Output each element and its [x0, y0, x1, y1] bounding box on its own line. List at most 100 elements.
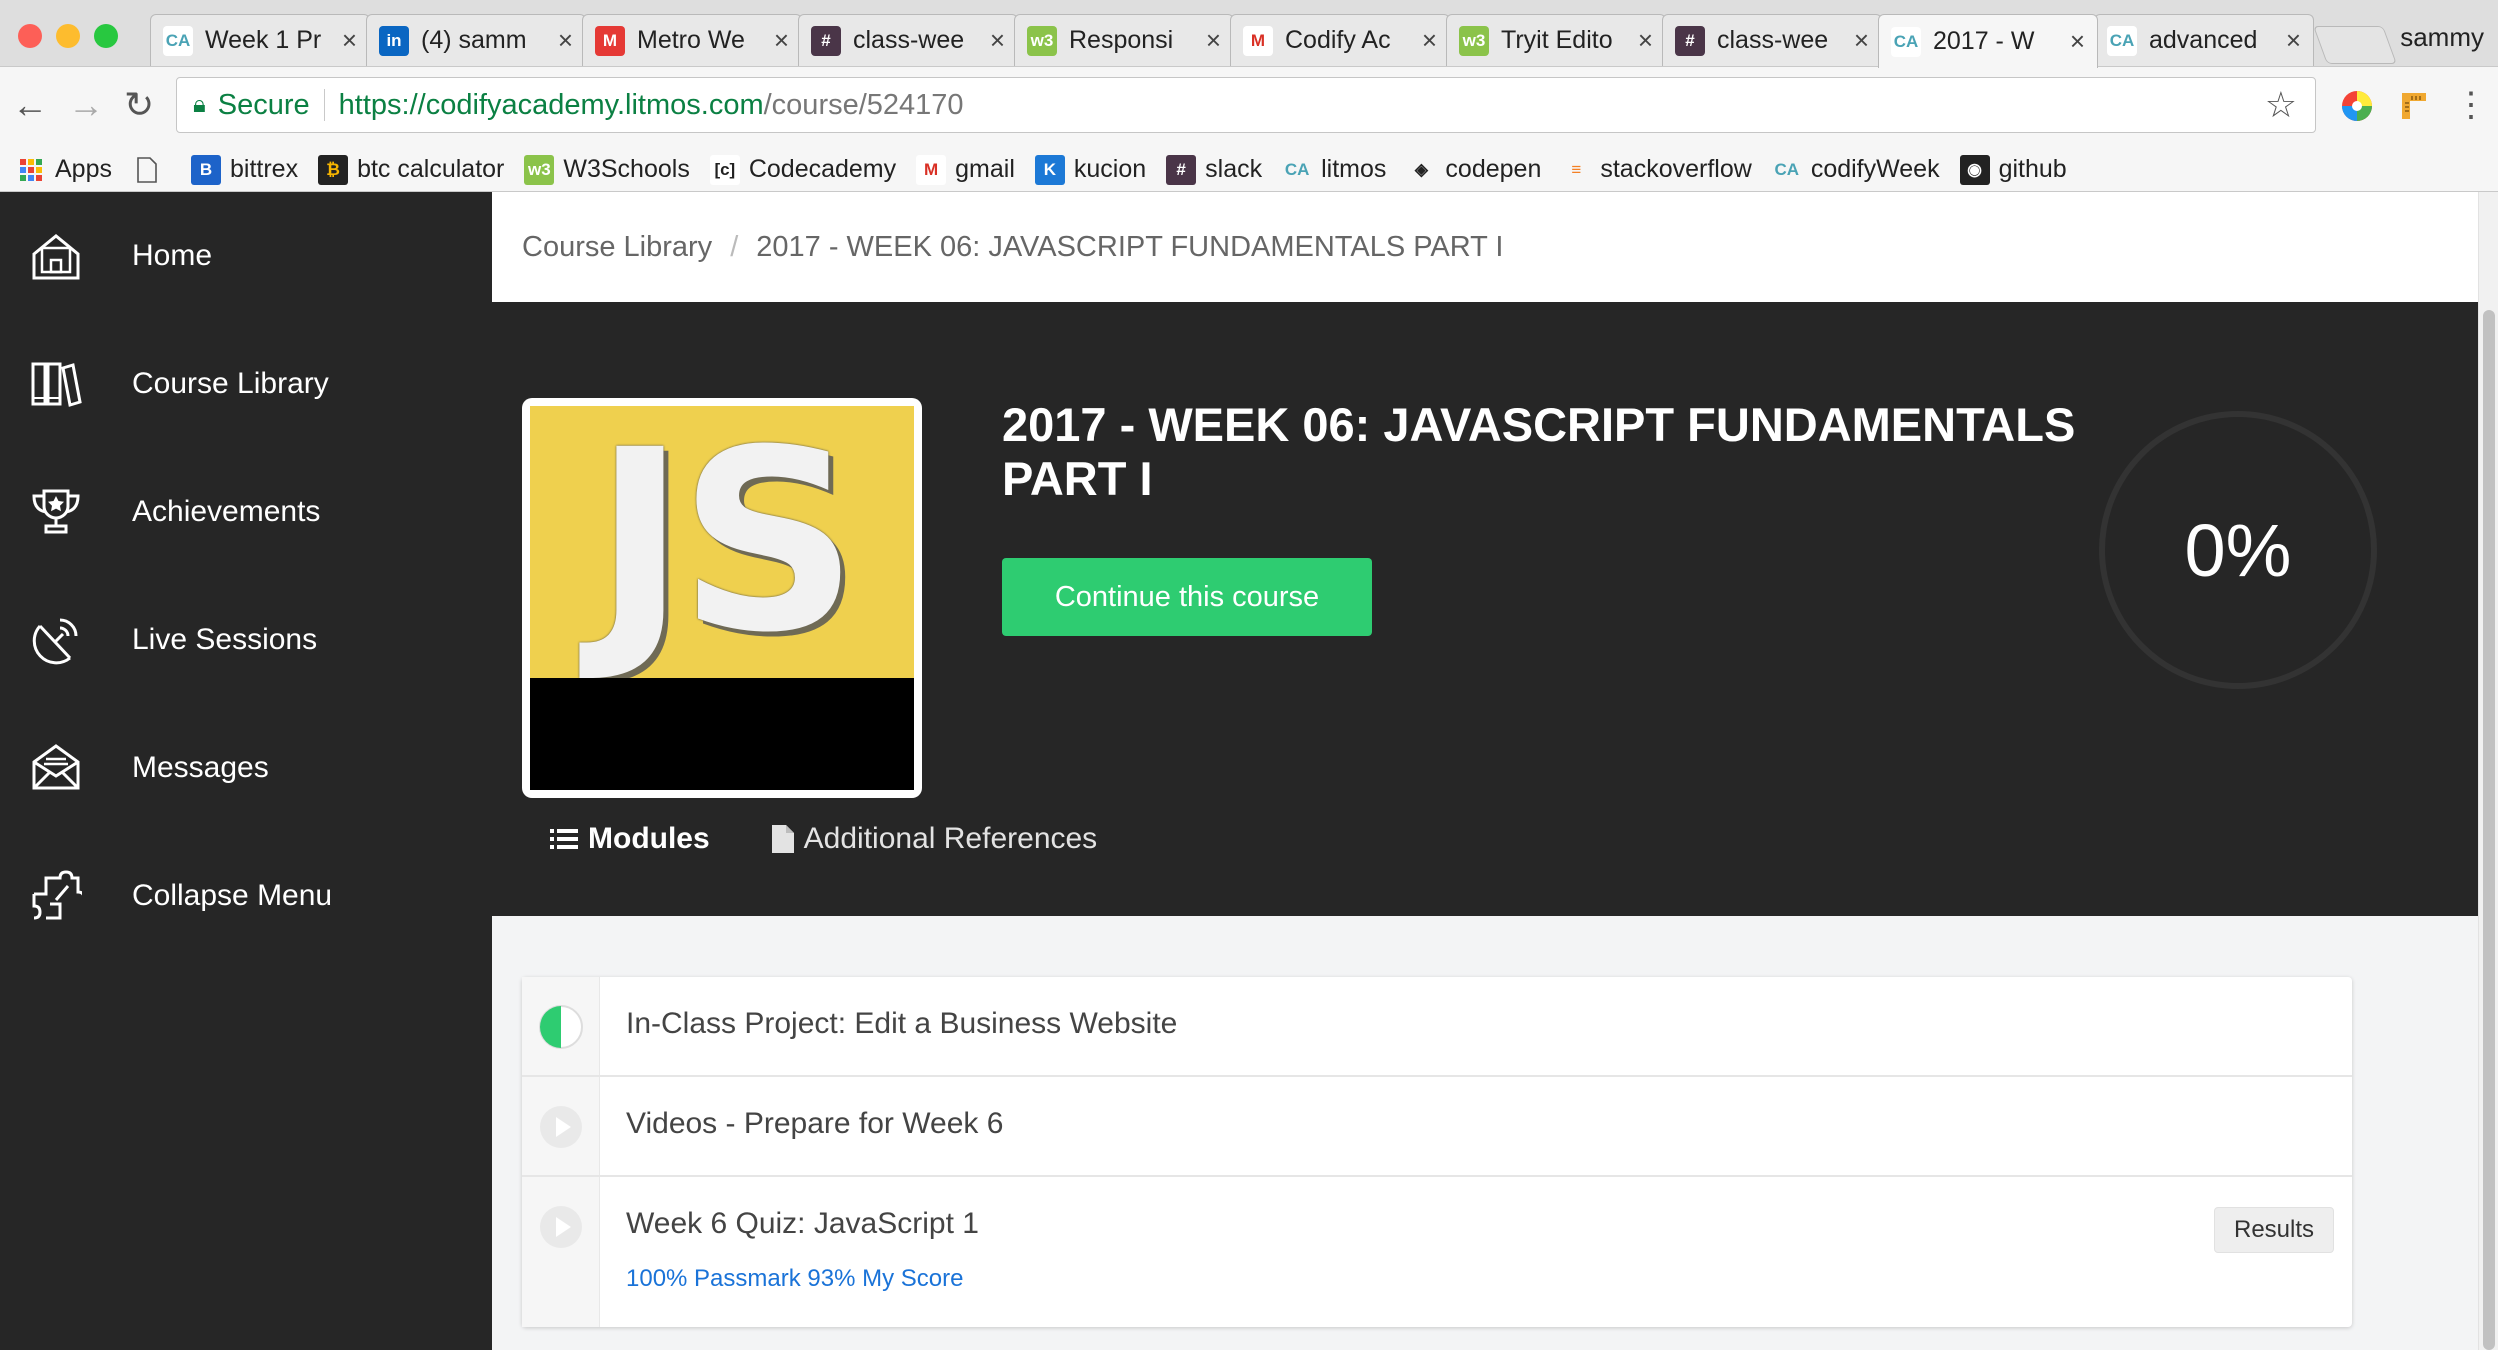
close-tab-icon[interactable]: ×: [774, 25, 789, 56]
color-wheel-extension-icon[interactable]: [2340, 89, 2374, 123]
sidebar-item-course-library[interactable]: Course Library: [0, 320, 492, 448]
close-tab-icon[interactable]: ×: [558, 25, 573, 56]
lock-icon: 🔒︎: [193, 91, 206, 118]
close-tab-icon[interactable]: ×: [1638, 25, 1653, 56]
reload-icon[interactable]: ↻: [124, 85, 154, 125]
bookmark-item[interactable]: [132, 155, 171, 185]
bookmark-item[interactable]: Mgmail: [916, 154, 1015, 185]
sidebar-item-home[interactable]: Home: [0, 192, 492, 320]
browser-tab[interactable]: CA 2017 - W ×: [1878, 14, 2098, 68]
tab-additional-references[interactable]: Additional References: [771, 822, 1098, 856]
main-content: Course Library / 2017 - WEEK 06: JAVASCR…: [492, 192, 2478, 1350]
bookmarks-bar: Apps Bbittrex ₿ btc calculator w3 W3Schools [c…: [0, 148, 2498, 192]
browser-tab[interactable]: CA Week 1 Pr ×: [150, 14, 370, 66]
bookmark-item[interactable]: # slack: [1166, 154, 1262, 185]
module-title[interactable]: Week 6 Quiz: JavaScript 1: [626, 1207, 979, 1241]
bookmark-item[interactable]: Bbittrex: [190, 154, 298, 185]
sidebar-item-achievements[interactable]: Achievements: [0, 448, 492, 576]
scrollbar-thumb[interactable]: [2483, 310, 2495, 1350]
bookmark-item[interactable]: Kkucion: [1034, 154, 1146, 185]
w3schools-icon: w3: [1027, 25, 1057, 56]
continue-course-button[interactable]: Continue this course: [1002, 558, 1372, 636]
tab-title: Week 1 Pr: [205, 26, 322, 54]
bookmark-item[interactable]: ◈ codepen: [1406, 154, 1542, 185]
module-row[interactable]: In-Class Project: Edit a Business Websit…: [522, 977, 2352, 1077]
tab-modules[interactable]: Modules: [550, 822, 710, 856]
sidebar-item-live-sessions[interactable]: Live Sessions: [0, 576, 492, 704]
close-tab-icon[interactable]: ×: [2286, 25, 2301, 56]
bookmark-item[interactable]: w3 W3Schools: [524, 154, 690, 185]
metro-icon: M: [595, 25, 625, 56]
codecademy-icon: [c]: [709, 154, 740, 185]
bookmark-item[interactable]: CA codifyWeek: [1771, 154, 1940, 185]
profile-name[interactable]: sammy: [2400, 22, 2484, 53]
bookmark-item[interactable]: Apps: [16, 155, 112, 185]
browser-tab[interactable]: in (4) samm ×: [366, 14, 586, 66]
module-title[interactable]: In-Class Project: Edit a Business Websit…: [626, 1007, 1177, 1041]
page-scrollbar[interactable]: [2478, 192, 2498, 1350]
module-row[interactable]: Week 6 Quiz: JavaScript 1 100% Passmark …: [522, 1177, 2352, 1327]
bookmark-star-icon[interactable]: ☆: [2265, 84, 2297, 126]
address-bar[interactable]: 🔒︎ Secure https://codifyacademy.litmos.c…: [176, 77, 2316, 133]
browser-tab[interactable]: CA advanced ×: [2094, 14, 2314, 66]
module-title[interactable]: Videos - Prepare for Week 6: [626, 1107, 1003, 1141]
bookmark-label: codifyWeek: [1810, 155, 1940, 183]
new-tab-button[interactable]: [2313, 26, 2397, 64]
tab-modules-label: Modules: [588, 822, 710, 855]
sidebar-item-label: Home: [132, 239, 213, 272]
play-icon: [540, 1106, 582, 1148]
close-tab-icon[interactable]: ×: [2070, 26, 2085, 57]
tab-title: 2017 - W: [1933, 27, 2035, 55]
tab-title: Codify Ac: [1285, 26, 1391, 54]
back-arrow-icon[interactable]: ←: [12, 85, 48, 125]
tab-title: class-wee: [853, 26, 965, 54]
close-window-button[interactable]: [18, 24, 42, 48]
bookmark-item[interactable]: [c] Codecademy: [709, 154, 896, 185]
browser-tab[interactable]: M Metro We ×: [582, 14, 802, 66]
envelope-icon: [32, 744, 80, 790]
browser-tabstrip: CA Week 1 Pr × in (4) samm × M Metro We × # class-…: [0, 0, 2498, 68]
bookmark-label: btc calculator: [357, 155, 505, 183]
sidebar-item-messages[interactable]: Messages: [0, 704, 492, 832]
bookmark-label: codepen: [1445, 155, 1542, 183]
bookmark-item[interactable]: CA litmos: [1282, 154, 1386, 185]
bookmark-item[interactable]: ≡ stackoverflow: [1561, 154, 1752, 185]
forward-arrow-icon[interactable]: →: [68, 85, 104, 125]
bookmark-item[interactable]: ◉ github: [1959, 154, 2067, 185]
ruler-extension-icon[interactable]: [2396, 89, 2430, 123]
close-tab-icon[interactable]: ×: [1422, 25, 1437, 56]
results-button[interactable]: Results: [2214, 1207, 2334, 1253]
js-logo: JS: [530, 406, 914, 678]
btc-icon: ₿: [318, 154, 349, 185]
secure-label: Secure: [217, 88, 310, 121]
tab-title: advanced: [2149, 26, 2258, 54]
maximize-window-button[interactable]: [94, 24, 118, 48]
sidebar-item-collapse-menu[interactable]: Collapse Menu: [0, 832, 492, 960]
browser-tab[interactable]: # class-wee ×: [1662, 14, 1882, 66]
codify-icon: CA: [1771, 154, 1802, 185]
browser-tab[interactable]: M Codify Ac ×: [1230, 14, 1450, 66]
browser-tab[interactable]: w3 Tryit Edito ×: [1446, 14, 1666, 66]
bookmark-item[interactable]: ₿ btc calculator: [318, 154, 505, 185]
minimize-window-button[interactable]: [56, 24, 80, 48]
browser-tab[interactable]: w3 Responsi ×: [1014, 14, 1234, 66]
close-tab-icon[interactable]: ×: [990, 25, 1005, 56]
home-icon: [32, 234, 80, 280]
url-path: /course/524170: [763, 88, 964, 121]
modules-list: In-Class Project: Edit a Business Websit…: [522, 977, 2352, 1327]
close-tab-icon[interactable]: ×: [342, 25, 357, 56]
browser-menu-icon[interactable]: ⋮: [2454, 85, 2488, 125]
address-separator: [323, 89, 325, 121]
module-row[interactable]: Videos - Prepare for Week 6: [522, 1077, 2352, 1177]
tab-references-label: Additional References: [803, 822, 1098, 855]
page-icon: [132, 155, 162, 185]
quiz-score: 100% Passmark 93% My Score: [626, 1265, 964, 1292]
slack-icon: #: [1166, 154, 1197, 185]
progress-percent: 0%: [2184, 508, 2292, 592]
slack-icon: #: [811, 25, 841, 56]
close-tab-icon[interactable]: ×: [1854, 25, 1869, 56]
close-tab-icon[interactable]: ×: [1206, 25, 1221, 56]
breadcrumb-link-course-library[interactable]: Course Library: [522, 231, 712, 264]
browser-tab[interactable]: # class-wee ×: [798, 14, 1018, 66]
course-hero: JS 2017 - WEEK 06: JAVASCRIPT FUNDAMENTA…: [492, 302, 2478, 916]
